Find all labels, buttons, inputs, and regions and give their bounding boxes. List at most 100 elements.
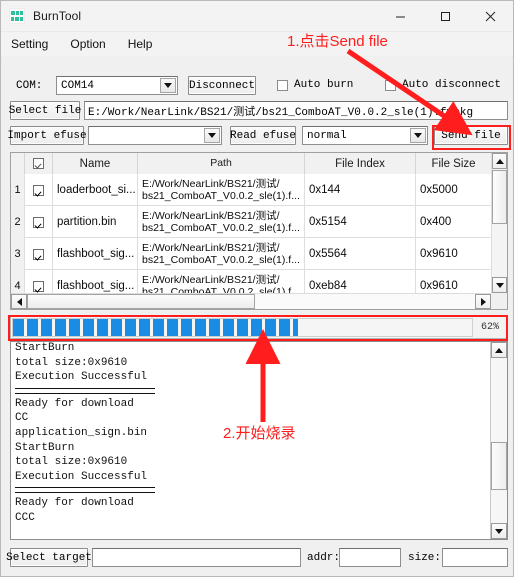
log-line: Ready for download — [15, 397, 134, 410]
com-port-value: COM14 — [61, 79, 95, 92]
row-checkbox-box[interactable] — [33, 216, 44, 228]
hscroll-track[interactable] — [27, 294, 475, 309]
auto-disconnect-box[interactable] — [385, 79, 396, 91]
th-file-size[interactable]: File Size — [416, 153, 492, 174]
efuse-select[interactable] — [88, 126, 222, 145]
import-efuse-button[interactable]: Import efuse — [7, 126, 87, 145]
addr-input[interactable] — [339, 548, 401, 567]
table-hscroll-thumb[interactable] — [27, 294, 255, 309]
row-file-index: 0x144 — [305, 174, 416, 206]
row-checkbox[interactable] — [25, 174, 53, 206]
disconnect-button[interactable]: Disconnect — [188, 76, 256, 95]
size-input[interactable] — [442, 548, 508, 567]
table-horizontal-scrollbar[interactable] — [11, 293, 491, 309]
file-path-input[interactable]: E:/Work/NearLink/BS21/测试/bs21_ComboAT_V0… — [84, 101, 508, 120]
target-input[interactable] — [92, 548, 301, 567]
menu-help[interactable]: Help — [128, 37, 153, 51]
row-path: E:/Work/NearLink/BS21/测试/ bs21_ComboAT_V… — [138, 174, 305, 206]
row-path-line1: E:/Work/NearLink/BS21/测试/ — [142, 273, 280, 286]
read-efuse-button[interactable]: Read efuse — [230, 126, 296, 145]
client-area: COM: COM14 Disconnect Auto burn Auto dis… — [2, 56, 512, 575]
th-rownum — [11, 153, 25, 174]
select-all-checkbox[interactable] — [33, 158, 44, 169]
burn-mode-value: normal — [307, 129, 347, 142]
th-file-index[interactable]: File Index — [305, 153, 416, 174]
table-vertical-scrollbar[interactable] — [491, 153, 507, 293]
menu-setting[interactable]: Setting — [11, 37, 48, 51]
auto-disconnect-label: Auto disconnect — [402, 79, 502, 91]
row-checkbox-box[interactable] — [33, 280, 44, 292]
log-line: StartBurn — [15, 342, 75, 354]
log-line: Ready for download — [15, 497, 134, 510]
burntool-logo-icon — [9, 8, 25, 24]
log-line: total size:0x9610 — [15, 356, 128, 369]
scroll-down-icon[interactable] — [492, 277, 507, 293]
auto-burn-box[interactable] — [277, 79, 288, 91]
row-checkbox-box[interactable] — [33, 184, 44, 196]
burn-mode-select[interactable]: normal — [302, 126, 428, 145]
log-vertical-scrollbar[interactable] — [490, 342, 507, 539]
row-checkbox[interactable] — [25, 206, 53, 238]
th-select-all[interactable] — [25, 153, 53, 174]
row-path: E:/Work/NearLink/BS21/测试/ bs21_ComboAT_V… — [138, 238, 305, 270]
progress-percent-label: 62% — [480, 322, 499, 333]
row-file-index: 0x5154 — [305, 206, 416, 238]
maximize-icon[interactable] — [423, 1, 468, 31]
minimize-icon[interactable] — [378, 1, 423, 31]
row-path-line1: E:/Work/NearLink/BS21/测试/ — [142, 209, 280, 222]
auto-burn-checkbox[interactable]: Auto burn — [277, 79, 353, 91]
scroll-left-icon[interactable] — [11, 294, 27, 309]
log-line: CC — [15, 412, 29, 425]
menu-option[interactable]: Option — [70, 37, 105, 51]
auto-disconnect-checkbox[interactable]: Auto disconnect — [385, 79, 501, 91]
chevron-down-icon[interactable] — [204, 128, 220, 143]
row-number: 3 — [11, 238, 25, 270]
chevron-down-icon[interactable] — [410, 128, 426, 143]
row-path-line2: bs21_ComboAT_V0.0.2_sle(1).f... — [142, 254, 300, 266]
log-line: total size:0x9610 — [15, 456, 128, 469]
scroll-right-icon[interactable] — [475, 294, 491, 309]
row-path-line1: E:/Work/NearLink/BS21/测试/ — [142, 241, 280, 254]
select-target-button[interactable]: Select target — [6, 548, 92, 567]
log-scroll-up-icon[interactable] — [491, 342, 507, 358]
table-vscroll-thumb[interactable] — [492, 170, 507, 224]
row-checkbox-box[interactable] — [33, 248, 44, 260]
log-separator — [15, 487, 155, 494]
table-row[interactable]: 3 flashboot_sig... E:/Work/NearLink/BS21… — [11, 238, 507, 270]
th-name[interactable]: Name — [53, 153, 138, 174]
select-file-button[interactable]: Select file — [9, 101, 81, 120]
window-controls — [378, 1, 513, 31]
scroll-up-icon[interactable] — [492, 153, 507, 169]
table-row[interactable]: 2 partition.bin E:/Work/NearLink/BS21/测试… — [11, 206, 507, 238]
log-scroll-down-icon[interactable] — [491, 523, 507, 539]
com-port-select[interactable]: COM14 — [56, 76, 178, 95]
row-path-line2: bs21_ComboAT_V0.0.2_sle(1).f... — [142, 222, 300, 234]
row-number: 1 — [11, 174, 25, 206]
progress-bar-fill — [13, 319, 298, 336]
table-row[interactable]: 1 loaderboot_si... E:/Work/NearLink/BS21… — [11, 174, 507, 206]
table-header-row: Name Path File Index File Size — [11, 153, 507, 174]
log-line: CCC — [15, 511, 35, 524]
row-path-line2: bs21_ComboAT_V0.0.2_sle(1).f... — [142, 190, 300, 202]
row-name: partition.bin — [53, 206, 138, 238]
title-bar: BurnTool — [1, 1, 513, 32]
row-path: E:/Work/NearLink/BS21/测试/ bs21_ComboAT_V… — [138, 206, 305, 238]
burn-progress: 62% — [10, 316, 508, 339]
window-title: BurnTool — [33, 9, 82, 23]
log-vscroll-thumb[interactable] — [491, 442, 507, 490]
row-file-index: 0x5564 — [305, 238, 416, 270]
log-text: StartBurn total size:0x9610 Execution Succ… — [15, 342, 489, 526]
row-checkbox[interactable] — [25, 238, 53, 270]
log-line: Execution Successful — [15, 371, 148, 384]
send-file-button[interactable]: Send file — [434, 126, 508, 145]
row-number: 2 — [11, 206, 25, 238]
close-icon[interactable] — [468, 1, 513, 31]
row-path-line1: E:/Work/NearLink/BS21/测试/ — [142, 177, 280, 190]
row-file-size: 0x9610 — [416, 238, 492, 270]
auto-burn-label: Auto burn — [294, 79, 354, 91]
th-path[interactable]: Path — [138, 153, 305, 174]
log-line: StartBurn — [15, 441, 75, 454]
row-name: loaderboot_si... — [53, 174, 138, 206]
log-output[interactable]: StartBurn total size:0x9610 Execution Succ… — [10, 341, 508, 540]
chevron-down-icon[interactable] — [160, 78, 176, 93]
